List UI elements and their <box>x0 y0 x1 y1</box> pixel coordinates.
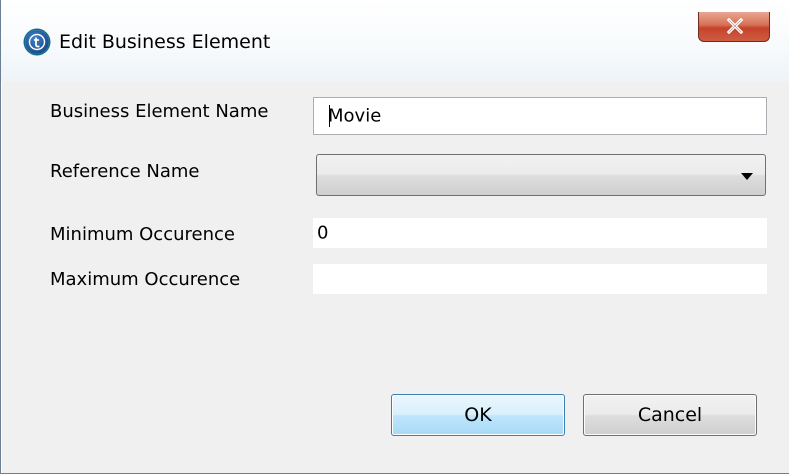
dialog-content: Business Element Name Movie Reference Na… <box>2 82 789 473</box>
text-caret <box>329 105 330 127</box>
window-title: Edit Business Element <box>59 31 271 53</box>
maximum-occurence-input[interactable] <box>313 264 767 294</box>
minimum-occurence-label: Minimum Occurence <box>50 224 235 245</box>
talend-icon <box>25 30 49 54</box>
business-element-name-label: Business Element Name <box>50 101 269 122</box>
edit-business-element-dialog: Edit Business Element Business Element N… <box>0 0 789 474</box>
reference-name-dropdown[interactable] <box>316 154 766 196</box>
chevron-down-icon <box>741 173 753 180</box>
title-bar[interactable]: Edit Business Element <box>1 0 789 82</box>
business-element-name-input[interactable]: Movie <box>313 97 767 135</box>
close-button[interactable] <box>698 12 770 42</box>
business-element-name-value: Movie <box>328 105 382 127</box>
minimum-occurence-value: 0 <box>317 222 329 244</box>
ok-button[interactable]: OK <box>391 394 565 436</box>
maximum-occurence-label: Maximum Occurence <box>50 269 241 290</box>
close-icon <box>726 18 744 34</box>
reference-name-label: Reference Name <box>50 161 200 182</box>
cancel-button[interactable]: Cancel <box>583 394 757 436</box>
minimum-occurence-input[interactable]: 0 <box>313 218 767 248</box>
